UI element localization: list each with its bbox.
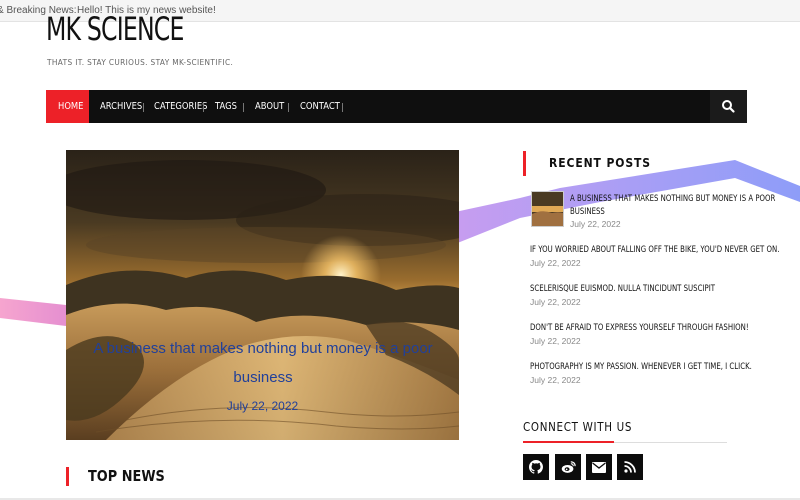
recent-post-thumbnail[interactable] — [531, 191, 564, 227]
recent-posts-accent — [523, 151, 526, 176]
weibo-icon — [561, 461, 576, 473]
featured-post-title[interactable]: A business that makes nothing but money … — [88, 334, 438, 392]
recent-post-date: July 22, 2022 — [570, 219, 621, 229]
connect-underline — [523, 441, 614, 443]
site-tagline: THATS IT. STAY CURIOUS. STAY MK-SCIENTIF… — [47, 58, 234, 67]
top-news-heading: TOP NEWS — [88, 467, 165, 485]
nav-separator — [143, 103, 144, 112]
recent-post-title[interactable]: IF YOU WORRIED ABOUT FALLING OFF THE BIK… — [530, 243, 779, 257]
recent-posts-heading: RECENT POSTS — [549, 156, 651, 170]
top-news-accent — [66, 467, 69, 486]
recent-post-title-continued[interactable]: BUSINESS — [570, 205, 605, 219]
github-link[interactable] — [523, 454, 549, 480]
main-nav: HOME ARCHIVES CATEGORIES TAGS ABOUT CONT… — [46, 90, 747, 123]
recent-post-date: July 22, 2022 — [530, 375, 581, 385]
recent-post-title[interactable]: SCELERISQUE EUISMOD. NULLA TINCIDUNT SUS… — [530, 282, 715, 296]
search-button[interactable] — [710, 90, 747, 123]
recent-post-title[interactable]: PHOTOGRAPHY IS MY PASSION. WHENEVER I GE… — [530, 360, 752, 374]
rss-icon — [624, 461, 636, 473]
nav-item-about[interactable]: ABOUT — [255, 90, 284, 123]
nav-separator — [342, 103, 343, 112]
search-icon — [722, 100, 735, 113]
nav-separator — [243, 103, 244, 112]
featured-post[interactable]: A business that makes nothing but money … — [66, 150, 459, 440]
recent-post-date: July 22, 2022 — [530, 258, 581, 268]
recent-post-title[interactable]: A BUSINESS THAT MAKES NOTHING BUT MONEY … — [570, 192, 775, 206]
connect-heading: CONNECT WITH US — [523, 420, 633, 434]
featured-post-date: July 22, 2022 — [226, 399, 299, 413]
rss-link[interactable] — [617, 454, 643, 480]
site-title[interactable]: MK SCIENCE — [46, 10, 184, 48]
recent-post-date: July 22, 2022 — [530, 336, 581, 346]
nav-item-home[interactable]: HOME — [58, 90, 83, 123]
nav-separator — [203, 103, 204, 112]
weibo-link[interactable] — [555, 454, 581, 480]
recent-post-date: July 22, 2022 — [530, 297, 581, 307]
connect-divider — [614, 442, 727, 443]
recent-post-title[interactable]: DON'T BE AFRAID TO EXPRESS YOURSELF THRO… — [530, 321, 749, 335]
email-link[interactable] — [586, 454, 612, 480]
nav-separator — [288, 103, 289, 112]
featured-post-image — [66, 150, 459, 440]
mail-icon — [592, 461, 606, 473]
nav-item-contact[interactable]: CONTACT — [300, 90, 340, 123]
nav-item-tags[interactable]: TAGS — [215, 90, 237, 123]
github-icon — [529, 460, 543, 474]
nav-item-archives[interactable]: ARCHIVES — [100, 90, 142, 123]
nav-item-categories[interactable]: CATEGORIES — [154, 90, 207, 123]
